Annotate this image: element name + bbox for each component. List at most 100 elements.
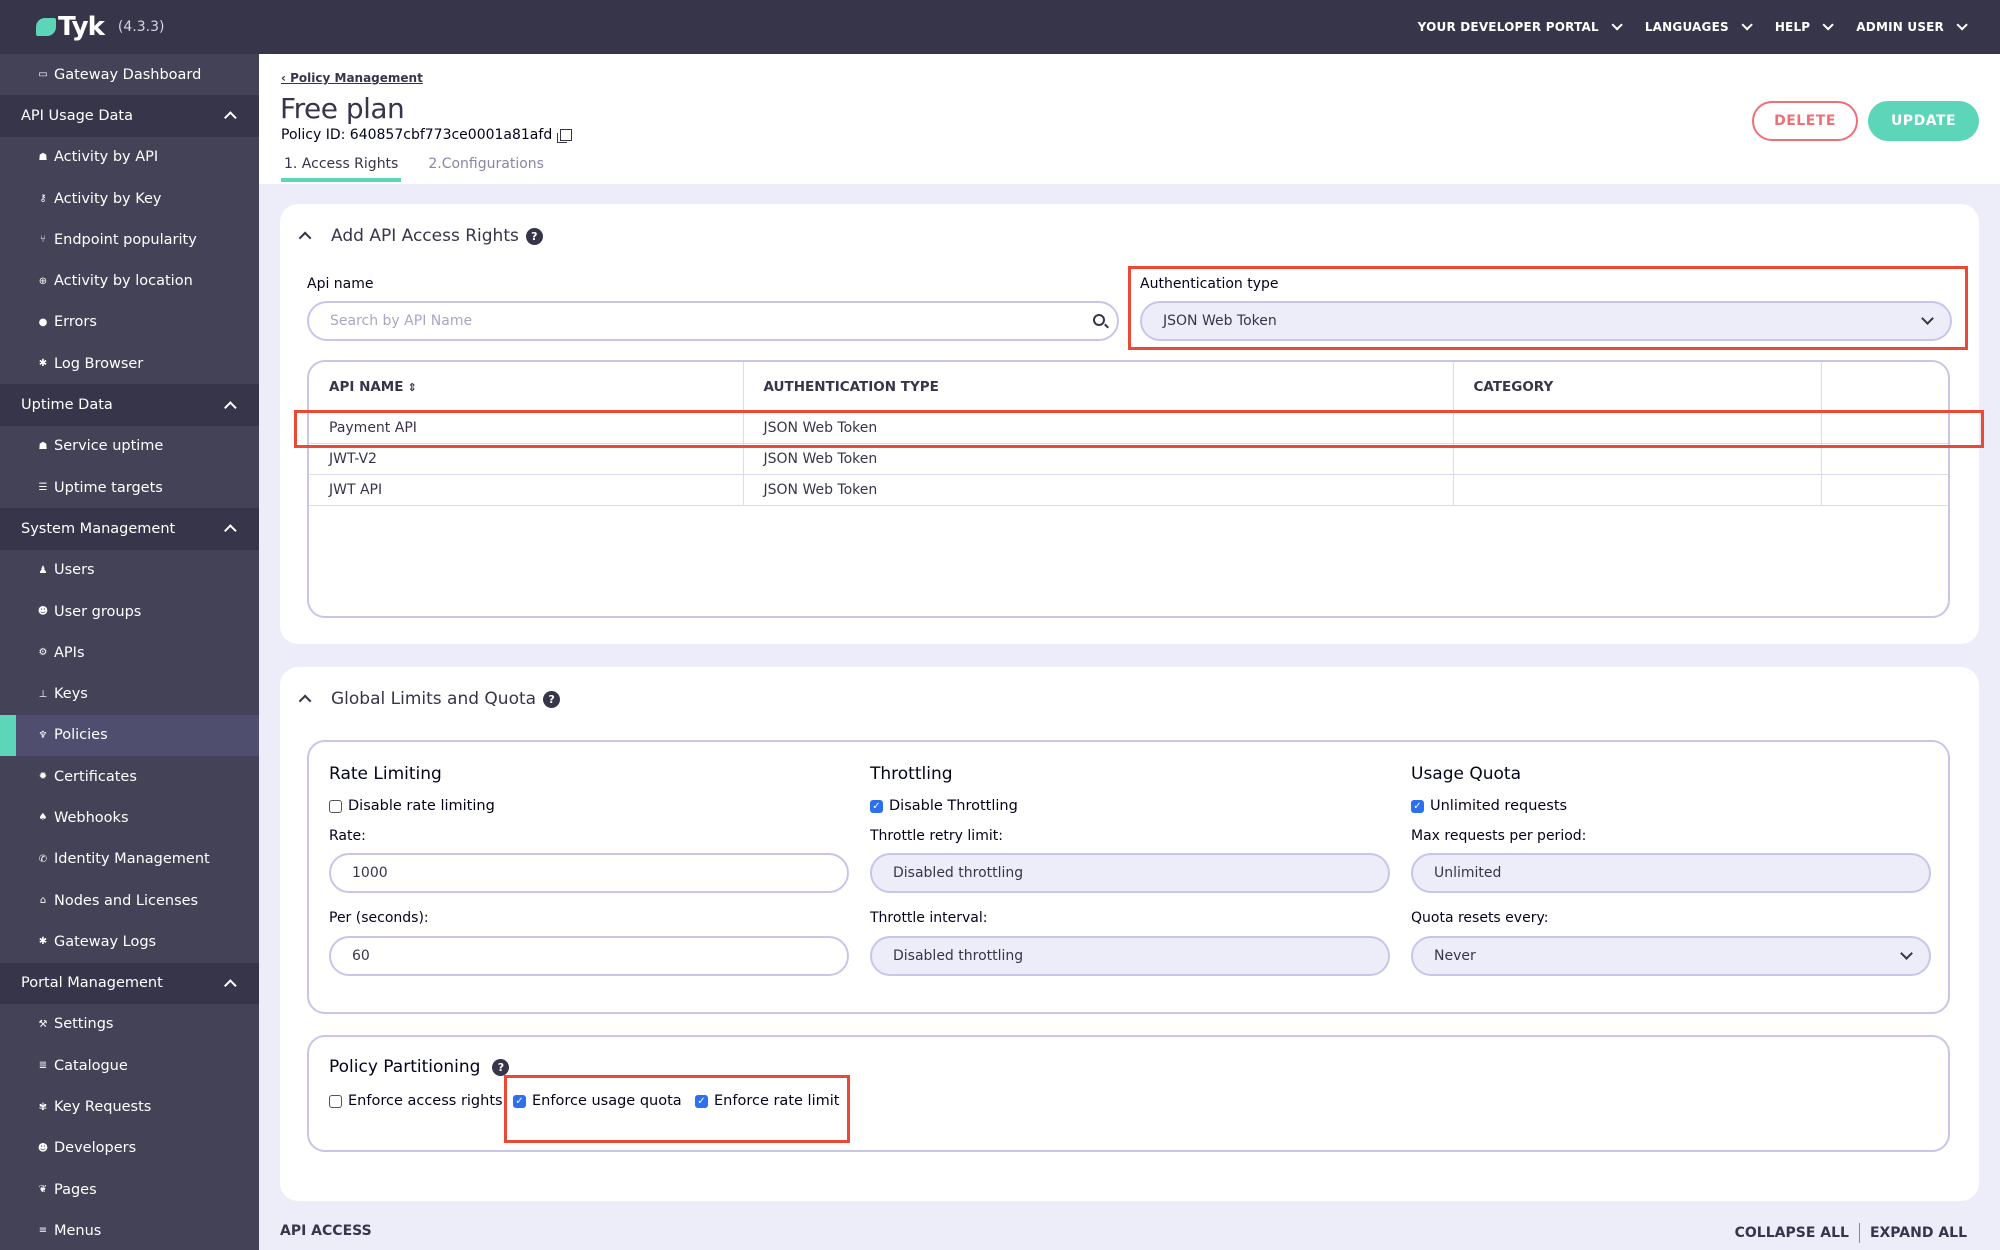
enforce-rate-limit-checkbox[interactable]: ✓ Enforce rate limit bbox=[695, 1093, 839, 1109]
checkbox-label: Enforce rate limit bbox=[714, 1093, 840, 1109]
sidebar-item-label: Developers bbox=[54, 1140, 137, 1157]
sidebar-section-portal-management[interactable]: Portal Management bbox=[0, 962, 259, 1004]
sidebar-item-policies[interactable]: ♆ Policies bbox=[0, 714, 259, 757]
sort-icon[interactable]: ⇕ bbox=[407, 381, 416, 394]
tab-configurations[interactable]: 2.Configurations bbox=[425, 154, 547, 182]
expand-all-button[interactable]: EXPAND ALL bbox=[1870, 1225, 1967, 1241]
table-row[interactable]: JWT-V2 JSON Web Token bbox=[309, 443, 1948, 475]
top-bar: Tyk (4.3.3) YOUR DEVELOPER PORTAL LANGUA… bbox=[0, 0, 2000, 54]
page-header: ‹ Policy Management Free plan Policy ID:… bbox=[259, 54, 2000, 184]
sidebar-item-label: Uptime targets bbox=[54, 479, 163, 496]
access-rights-header[interactable]: Add API Access Rights ? bbox=[298, 226, 543, 246]
unlimited-requests-checkbox[interactable]: ✓ Unlimited requests bbox=[1411, 798, 1567, 814]
throttle-interval-input[interactable]: Disabled throttling bbox=[870, 936, 1390, 976]
table-header-row: API NAME ⇕ AUTHENTICATION TYPE CATEGORY bbox=[309, 362, 1948, 413]
nav-developer-portal[interactable]: YOUR DEVELOPER PORTAL bbox=[1418, 19, 1623, 34]
sidebar-item-endpoint-popularity[interactable]: ⑂ Endpoint popularity bbox=[0, 219, 259, 260]
enforce-usage-quota-checkbox[interactable]: ✓ Enforce usage quota bbox=[513, 1093, 682, 1109]
auth-type-value: JSON Web Token bbox=[1163, 313, 1277, 329]
sidebar-item-activity-by-location[interactable]: ⊕ Activity by location bbox=[0, 260, 259, 301]
sidebar-item-certificates[interactable]: ✹ Certificates bbox=[0, 756, 259, 797]
column-api-name[interactable]: API NAME ⇕ bbox=[309, 362, 744, 413]
sidebar-section-api-usage-data[interactable]: API Usage Data bbox=[0, 95, 259, 137]
table-row[interactable]: Payment API JSON Web Token bbox=[309, 412, 1948, 444]
sidebar-item-keys[interactable]: ⊥ Keys bbox=[0, 673, 259, 714]
sidebar-item-activity-by-api[interactable]: ☗ Activity by API bbox=[0, 137, 259, 178]
delete-button[interactable]: DELETE bbox=[1752, 101, 1858, 141]
sidebar-section-uptime-data[interactable]: Uptime Data bbox=[0, 384, 259, 426]
help-icon[interactable]: ? bbox=[492, 1058, 510, 1076]
nav-admin-user[interactable]: ADMIN USER bbox=[1856, 19, 1968, 34]
sidebar-item-catalogue[interactable]: ≣ Catalogue bbox=[0, 1045, 259, 1086]
api-name-search-input[interactable]: Search by API Name bbox=[307, 301, 1119, 341]
collapse-all-button[interactable]: COLLAPSE ALL bbox=[1735, 1225, 1849, 1241]
sidebar-item-apis[interactable]: ⚙ APIs bbox=[0, 632, 259, 673]
sidebar-item-service-uptime[interactable]: ☗ Service uptime bbox=[0, 426, 259, 467]
sidebar-item-label: Key Requests bbox=[54, 1099, 152, 1116]
quota-resets-label: Quota resets every: bbox=[1411, 910, 1549, 926]
max-requests-input[interactable]: Unlimited bbox=[1411, 853, 1931, 893]
nav-languages[interactable]: LANGUAGES bbox=[1645, 19, 1753, 34]
global-limits-header[interactable]: Global Limits and Quota ? bbox=[298, 689, 561, 709]
limits-box: Rate Limiting Disable rate limiting Rate… bbox=[307, 740, 1950, 1014]
update-button[interactable]: UPDATE bbox=[1868, 101, 1979, 141]
rate-input[interactable]: 1000 bbox=[329, 853, 849, 893]
chevron-down-icon bbox=[1741, 19, 1753, 31]
column-actions bbox=[1821, 362, 1948, 413]
sidebar-item-errors[interactable]: ● Errors bbox=[0, 302, 259, 343]
auth-type-label: Authentication type bbox=[1140, 276, 1279, 292]
nav-help[interactable]: HELP bbox=[1775, 19, 1835, 34]
throttle-retry-value: Disabled throttling bbox=[893, 865, 1024, 881]
sidebar-item-key-requests[interactable]: ✾ Key Requests bbox=[0, 1086, 259, 1127]
certificate-icon: ✹ bbox=[38, 771, 48, 783]
copy-icon[interactable] bbox=[557, 129, 573, 143]
sidebar-item-gateway-logs[interactable]: ✱ Gateway Logs bbox=[0, 921, 259, 962]
breadcrumb[interactable]: ‹ Policy Management bbox=[281, 71, 423, 85]
checkbox-checked-icon: ✓ bbox=[1411, 799, 1424, 813]
cell-category bbox=[1453, 443, 1822, 475]
help-icon[interactable]: ? bbox=[525, 227, 543, 245]
usage-quota-title: Usage Quota bbox=[1411, 764, 1522, 784]
policy-id-text: Policy ID: 640857cbf773ce0001a81afd bbox=[281, 127, 553, 143]
sidebar-item-webhooks[interactable]: ♠ Webhooks bbox=[0, 797, 259, 838]
sidebar-item-user-groups[interactable]: ☻ User groups bbox=[0, 591, 259, 632]
throttle-retry-input[interactable]: Disabled throttling bbox=[870, 853, 1390, 893]
bell-icon: ♠ bbox=[38, 812, 48, 824]
disable-throttling-checkbox[interactable]: ✓ Disable Throttling bbox=[870, 798, 1018, 814]
table-row[interactable]: JWT API JSON Web Token bbox=[309, 474, 1948, 506]
rate-limiting-title: Rate Limiting bbox=[329, 764, 442, 784]
sidebar-item-pages[interactable]: ❦ Pages bbox=[0, 1169, 259, 1210]
sidebar-item-developers[interactable]: ☻ Developers bbox=[0, 1128, 259, 1169]
per-seconds-input[interactable]: 60 bbox=[329, 936, 849, 976]
quota-resets-select[interactable]: Never bbox=[1411, 936, 1931, 976]
sidebar-section-title: API Usage Data bbox=[21, 107, 133, 124]
help-icon[interactable]: ? bbox=[543, 690, 561, 708]
footer-actions: COLLAPSE ALL EXPAND ALL bbox=[1735, 1223, 1967, 1243]
sidebar-item-label: Gateway Dashboard bbox=[54, 66, 202, 83]
sidebar-item-settings[interactable]: ⚒ Settings bbox=[0, 1004, 259, 1045]
sidebar-item-gateway-dashboard[interactable]: ▭ Gateway Dashboard bbox=[0, 54, 259, 95]
bars-icon: ≡ bbox=[38, 1225, 48, 1237]
sidebar-item-log-browser[interactable]: ✱ Log Browser bbox=[0, 343, 259, 384]
chevron-down-icon bbox=[1822, 19, 1835, 31]
sidebar-section-system-management[interactable]: System Management bbox=[0, 508, 259, 550]
sidebar-item-label: Identity Management bbox=[54, 851, 210, 868]
sidebar-item-activity-by-key[interactable]: ⚷ Activity by Key bbox=[0, 178, 259, 219]
sidebar-item-users[interactable]: ♟ Users bbox=[0, 550, 259, 591]
enforce-access-rights-checkbox[interactable]: Enforce access rights bbox=[329, 1093, 503, 1109]
search-icon[interactable] bbox=[1093, 314, 1105, 326]
sidebar-item-identity-management[interactable]: ✆ Identity Management bbox=[0, 839, 259, 880]
sidebar-item-uptime-targets[interactable]: ☰ Uptime targets bbox=[0, 467, 259, 508]
sidebar-item-menus[interactable]: ≡ Menus bbox=[0, 1210, 259, 1250]
chevron-down-icon bbox=[1956, 19, 1968, 31]
policy-partitioning-title: Policy Partitioning? bbox=[329, 1057, 510, 1077]
throttle-interval-label: Throttle interval: bbox=[870, 910, 988, 926]
disable-rate-limiting-checkbox[interactable]: Disable rate limiting bbox=[329, 798, 495, 814]
cogs-icon: ⚙ bbox=[38, 647, 48, 659]
tab-access-rights[interactable]: 1. Access Rights bbox=[281, 154, 402, 182]
sidebar-item-label: APIs bbox=[54, 644, 85, 661]
checkbox-label: Unlimited requests bbox=[1430, 798, 1568, 814]
auth-type-select[interactable]: JSON Web Token bbox=[1140, 301, 1952, 341]
sidebar-item-nodes-and-licenses[interactable]: ⌂ Nodes and Licenses bbox=[0, 880, 259, 921]
tyk-logo[interactable]: Tyk (4.3.3) bbox=[36, 12, 164, 42]
